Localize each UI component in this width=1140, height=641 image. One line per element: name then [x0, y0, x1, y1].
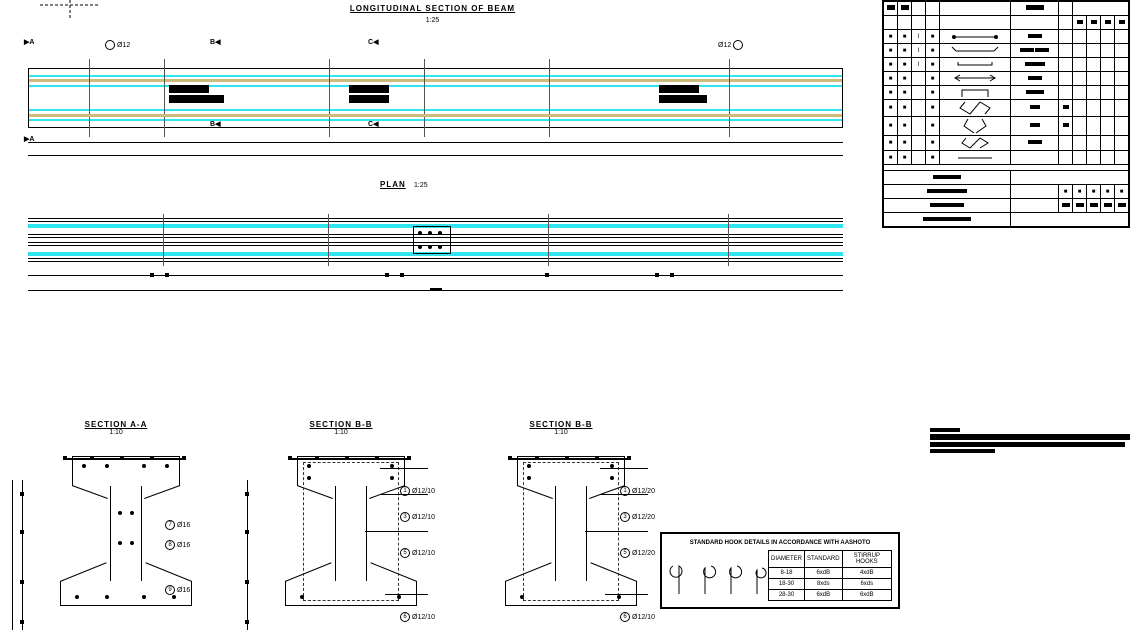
hook-hdr-dia: DIAMETER: [769, 551, 805, 568]
hook-hdr-stir: STIRRUP HOOKS: [842, 551, 891, 568]
bb2-callout-3: 3Ø12/20: [620, 512, 655, 522]
aa-callout-8: 8Ø16: [165, 540, 190, 550]
long-section-title: LONGITUDINAL SECTION OF BEAM: [300, 4, 565, 13]
title-block: [930, 428, 1130, 455]
cut-mark-b-top: B◀: [210, 38, 220, 46]
plan-title-block: PLAN 1:25: [380, 180, 428, 189]
bb-callout-6: 6Ø12/10: [400, 612, 435, 622]
rebar-callout-long-left: Ø12: [105, 40, 130, 50]
section-bb2-title: SECTION B-B: [475, 420, 647, 429]
hook-icons: [668, 556, 768, 596]
bb2-callout-1: 1Ø12/20: [620, 486, 655, 496]
aa-callout-7: 7Ø16: [165, 520, 190, 530]
cut-mark-c-top: C◀: [368, 38, 378, 46]
section-bb-1: SECTION B-B 1:10 1Ø12/10 3Ø12/10 5Ø12/10…: [255, 420, 427, 606]
plan-scale: 1:25: [414, 182, 428, 189]
plan-title: PLAN: [380, 180, 406, 189]
section-bb-title: SECTION B-B: [255, 420, 427, 429]
section-aa-title: SECTION A-A: [30, 420, 202, 429]
rebar-schedule-table: ■■I■ ■■I■ ■■I■ ■■■ ■■■ ■■■ ■■■ ■■■ ■■■ ■…: [882, 0, 1130, 228]
origin-crosshair-icon: [40, 0, 100, 20]
dim-line-long-1: [28, 142, 843, 143]
bb2-callout-5: 5Ø12/20: [620, 548, 655, 558]
section-bb-scale: 1:10: [255, 429, 427, 436]
bb-callout-1: 1Ø12/10: [400, 486, 435, 496]
aa-callout-9: 9Ø16: [165, 585, 190, 595]
dim-line-long-2: [28, 155, 843, 156]
cut-mark-a-top: ▶A: [24, 38, 34, 46]
bb2-callout-6: 6Ø12/10: [620, 612, 655, 622]
long-section-scale: 1:25: [300, 17, 565, 24]
bb-callout-5: 5Ø12/10: [400, 548, 435, 558]
rebar-callout-long-right: Ø12: [718, 40, 745, 50]
section-aa-scale: 1:10: [30, 429, 202, 436]
section-bb-2: SECTION B-B 1:10 1Ø12/20 3Ø12/20 5Ø12/20…: [475, 420, 647, 606]
hook-hdr-std: STANDARD: [805, 551, 843, 568]
bb-callout-3: 3Ø12/10: [400, 512, 435, 522]
section-bb2-scale: 1:10: [475, 429, 647, 436]
section-aa: SECTION A-A 1:10 7Ø16 8Ø16 9Ø16: [30, 420, 202, 606]
plan-view: [28, 218, 843, 262]
hook-detail-table: STANDARD HOOK DETAILS IN ACCORDANCE WITH…: [660, 532, 900, 609]
hook-table-title: STANDARD HOOK DETAILS IN ACCORDANCE WITH…: [668, 540, 892, 546]
longitudinal-beam: [28, 68, 843, 128]
